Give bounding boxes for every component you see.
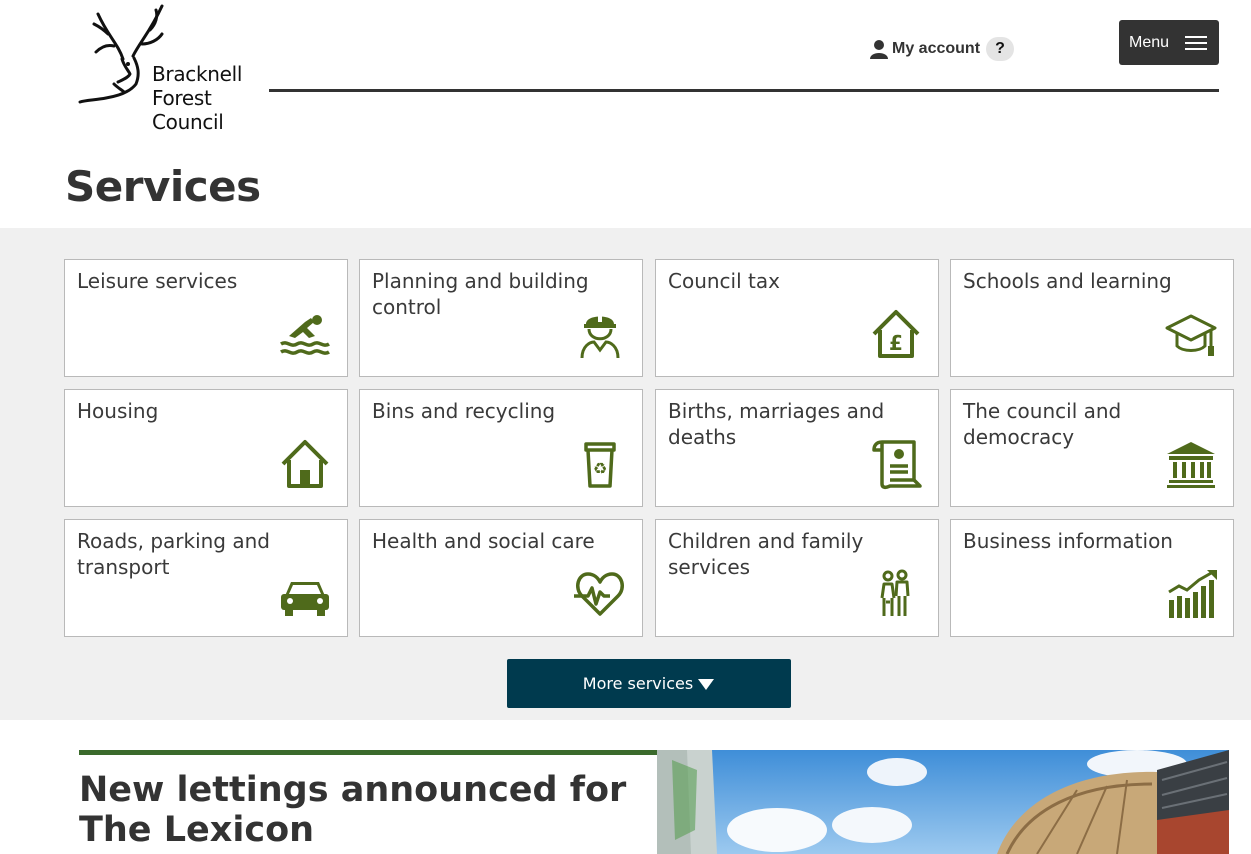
service-tile-label: Leisure services [77, 269, 238, 293]
hamburger-icon [1185, 32, 1208, 54]
service-tile-roads[interactable]: Roads, parking and transport [64, 519, 348, 637]
help-icon[interactable]: ? [986, 37, 1015, 61]
graduation-cap-icon [1165, 308, 1217, 360]
service-tile-label: Housing [77, 399, 159, 423]
svg-text:£: £ [889, 331, 903, 355]
service-tile-label: Schools and learning [963, 269, 1172, 293]
site-header: Bracknell Forest Council My account ? Me… [0, 0, 1251, 228]
builder-icon [574, 308, 626, 360]
service-tile-label: Business information [963, 529, 1173, 553]
town-hall-icon [1165, 438, 1217, 490]
news-accent-rule [79, 750, 657, 755]
header-divider [269, 89, 1219, 92]
house-icon [279, 438, 331, 490]
service-tile-label: Council tax [668, 269, 780, 293]
certificate-scroll-icon [870, 438, 922, 490]
my-account-link[interactable]: My account ? [870, 37, 1015, 61]
service-tile-schools[interactable]: Schools and learning [950, 259, 1234, 377]
car-icon [279, 568, 331, 620]
menu-button[interactable]: Menu [1119, 20, 1219, 65]
triangle-down-icon [698, 678, 715, 690]
svg-text:♻: ♻ [593, 459, 607, 478]
menu-label: Menu [1129, 33, 1170, 51]
service-tile-label: Bins and recycling [372, 399, 556, 423]
service-tile-planning[interactable]: Planning and building control [359, 259, 643, 377]
news-feature: New lettings announced for The Lexicon [0, 720, 1251, 854]
service-tile-bins[interactable]: Bins and recycling ♻ [359, 389, 643, 507]
service-tile-housing[interactable]: Housing [64, 389, 348, 507]
family-icon [870, 568, 922, 620]
more-services-button[interactable]: More services [507, 659, 791, 708]
services-section: Leisure services Planning and building c… [0, 228, 1251, 720]
heartbeat-icon [574, 568, 626, 620]
growth-chart-icon [1165, 568, 1217, 620]
my-account-label: My account [892, 40, 981, 57]
service-tile-births[interactable]: Births, marriages and deaths [655, 389, 939, 507]
service-tile-business[interactable]: Business information [950, 519, 1234, 637]
news-title[interactable]: New lettings announced for The Lexicon [79, 770, 639, 850]
service-tile-democracy[interactable]: The council and democracy [950, 389, 1234, 507]
service-tile-health[interactable]: Health and social care [359, 519, 643, 637]
more-services-label: More services [582, 674, 694, 693]
service-tile-children[interactable]: Children and family services [655, 519, 939, 637]
swimmer-icon [279, 308, 331, 360]
news-image[interactable] [657, 750, 1229, 854]
recycling-bin-icon: ♻ [574, 438, 626, 490]
house-pound-icon: £ [870, 308, 922, 360]
service-tile-council-tax[interactable]: Council tax £ [655, 259, 939, 377]
service-tile-label: Health and social care [372, 529, 595, 553]
service-tile-leisure[interactable]: Leisure services [64, 259, 348, 377]
lexicon-photo-icon [657, 750, 1229, 854]
page-title: Services [65, 162, 261, 211]
council-name: Bracknell Forest Council [152, 62, 243, 134]
user-icon [870, 40, 888, 59]
